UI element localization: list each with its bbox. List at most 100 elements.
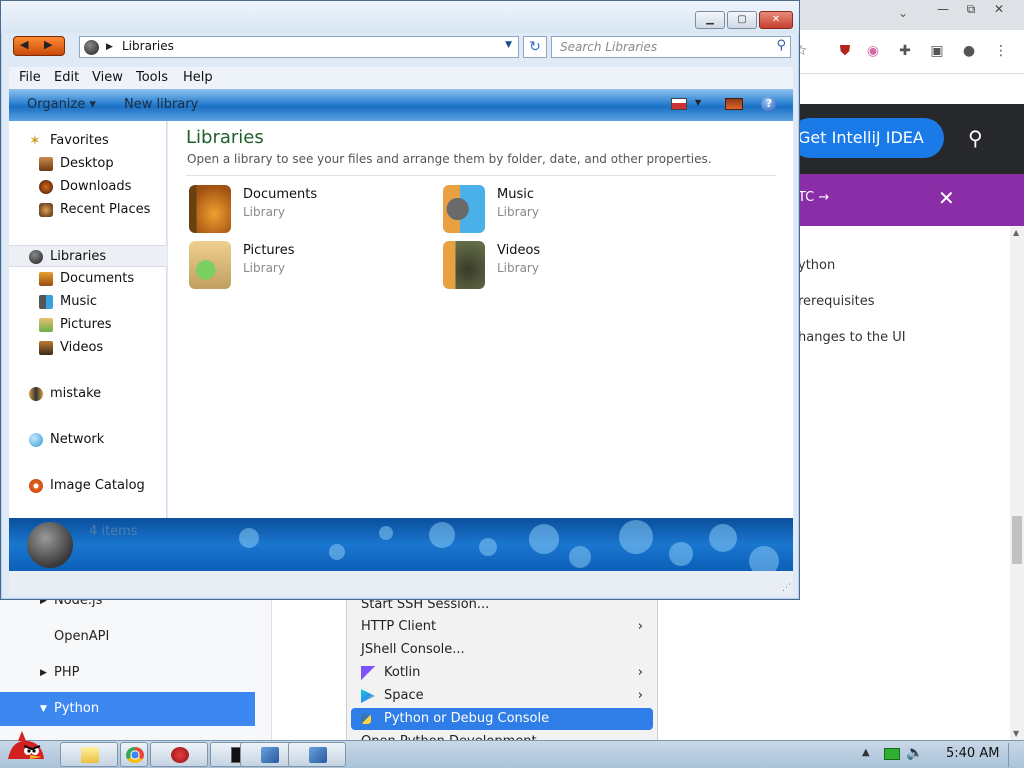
minimize-button[interactable]: ▁: [695, 11, 725, 29]
search-input[interactable]: Search Libraries ⚲: [551, 36, 791, 58]
toc-link[interactable]: ython: [798, 258, 835, 273]
extension-color-icon[interactable]: ◉: [864, 42, 882, 60]
scroll-up-icon[interactable]: ▲: [1013, 228, 1019, 237]
address-dropdown-icon[interactable]: ▼: [505, 40, 512, 50]
tab-search-icon[interactable]: ⌄: [898, 6, 908, 20]
browser-restore-button[interactable]: ⧉: [956, 0, 986, 18]
library-documents[interactable]: Documents Library: [189, 185, 429, 235]
menu-help[interactable]: Help: [183, 70, 213, 85]
maximize-button[interactable]: ▢: [727, 11, 757, 29]
start-button[interactable]: [2, 729, 52, 768]
nav-desktop[interactable]: Desktop: [9, 153, 167, 175]
tree-item-python[interactable]: ▼ Python: [0, 692, 255, 726]
taskbar-chrome-button[interactable]: [120, 742, 148, 767]
library-pictures[interactable]: Pictures Library: [189, 241, 429, 291]
change-view-icon[interactable]: [671, 98, 687, 110]
help-icon[interactable]: ?: [761, 96, 777, 112]
chrome-icon: [126, 747, 144, 763]
nav-libraries[interactable]: Libraries: [9, 245, 167, 267]
preview-pane-icon[interactable]: [725, 98, 743, 110]
menu-edit[interactable]: Edit: [54, 70, 79, 85]
browser-minimize-button[interactable]: —: [928, 0, 958, 18]
menu-item-python-console[interactable]: Python or Debug Console: [351, 708, 653, 730]
browser-close-button[interactable]: ✕: [984, 0, 1014, 18]
show-desktop-button[interactable]: [1008, 743, 1022, 767]
videos-folder-icon: [443, 241, 485, 289]
nav-lib-music[interactable]: Music: [9, 291, 167, 313]
menu-item-label: Python or Debug Console: [384, 711, 550, 726]
nav-lib-documents[interactable]: Documents: [9, 268, 167, 290]
explorer-titlebar[interactable]: ▁ ▢ ✕: [1, 1, 799, 33]
search-icon[interactable]: ⚲: [776, 38, 786, 53]
new-library-button[interactable]: New library: [124, 97, 198, 112]
toc-link[interactable]: rerequisites: [798, 294, 874, 309]
side-panel-icon[interactable]: ▣: [928, 42, 946, 60]
documents-folder-icon: [189, 185, 231, 233]
volume-icon[interactable]: 🔈: [906, 745, 923, 761]
address-text[interactable]: Libraries: [122, 39, 174, 53]
clock[interactable]: 5:40 AM: [946, 746, 999, 761]
menu-item-jshell[interactable]: JShell Console...: [351, 639, 653, 661]
nav-image-catalog[interactable]: Image Catalog: [9, 475, 167, 497]
nav-label: Network: [50, 432, 105, 447]
scroll-down-icon[interactable]: ▼: [1013, 729, 1019, 738]
refresh-icon: ↻: [529, 39, 541, 55]
taskbar-devcpp-button[interactable]: [150, 742, 208, 767]
tree-item-php[interactable]: ▶ PHP: [0, 658, 255, 688]
expand-arrow-icon[interactable]: ▶: [40, 658, 47, 688]
toc-link[interactable]: hanges to the UI: [798, 330, 906, 345]
browser-menu-icon[interactable]: ⋮: [992, 42, 1010, 60]
menu-file[interactable]: File: [19, 70, 41, 85]
nav-lib-pictures[interactable]: Pictures: [9, 314, 167, 336]
nav-lib-videos[interactable]: Videos: [9, 337, 167, 359]
menu-item-http-client[interactable]: HTTP Client ›: [351, 616, 653, 638]
libraries-icon: [29, 250, 43, 264]
extensions-puzzle-icon[interactable]: ✚: [896, 42, 914, 60]
nav-recent-places[interactable]: Recent Places: [9, 199, 167, 221]
banner-close-icon[interactable]: ✕: [938, 186, 955, 210]
space-icon: [361, 689, 375, 703]
nav-mistake[interactable]: mistake: [9, 383, 167, 405]
refresh-button[interactable]: ↻: [523, 36, 547, 58]
nav-downloads[interactable]: Downloads: [9, 176, 167, 198]
menu-tools[interactable]: Tools: [136, 70, 168, 85]
library-videos[interactable]: Videos Library: [443, 241, 683, 291]
menu-item-label: Kotlin: [384, 665, 421, 680]
forward-button[interactable]: ▶: [44, 38, 52, 51]
show-hidden-icons[interactable]: ▲: [862, 747, 870, 758]
extension-ublock-icon[interactable]: ⛊: [836, 42, 854, 60]
view-dropdown-icon[interactable]: ▼: [695, 98, 701, 107]
submenu-arrow-icon: ›: [637, 619, 643, 634]
battery-icon[interactable]: [884, 748, 900, 760]
site-search-icon[interactable]: ⚲: [968, 126, 983, 150]
page-subtitle: Open a library to see your files and arr…: [187, 152, 712, 166]
libraries-explorer-window: ▁ ▢ ✕ ◀ ▶ ▶ Libraries ▼ ↻ Search Librari…: [0, 0, 800, 600]
navigation-row: ◀ ▶ ▶ Libraries ▼ ↻ Search Libraries ⚲: [9, 33, 793, 61]
resize-grip-icon[interactable]: ⋰: [782, 583, 791, 593]
tree-item-openapi[interactable]: OpenAPI: [0, 622, 255, 652]
search-placeholder: Search Libraries: [560, 40, 658, 54]
breadcrumb-arrow-icon[interactable]: ▶: [106, 39, 113, 55]
close-button[interactable]: ✕: [759, 11, 793, 29]
scrollbar-thumb[interactable]: [1012, 516, 1022, 564]
menu-view[interactable]: View: [92, 70, 123, 85]
address-bar[interactable]: ▶ Libraries ▼: [79, 36, 519, 58]
menu-item-kotlin[interactable]: Kotlin ›: [351, 662, 653, 684]
taskbar-explorer-button[interactable]: [60, 742, 118, 767]
nav-label: mistake: [50, 386, 102, 401]
page-scrollbar[interactable]: ▲ ▼: [1010, 226, 1024, 740]
library-name: Pictures: [243, 243, 295, 258]
menu-item-space[interactable]: Space ›: [351, 685, 653, 707]
expand-arrow-icon[interactable]: ▼: [40, 692, 47, 726]
nav-network[interactable]: Network: [9, 429, 167, 451]
library-type: Library: [497, 261, 539, 275]
organize-button[interactable]: Organize ▾: [27, 97, 96, 112]
nav-favorites[interactable]: ✶ Favorites: [9, 130, 167, 152]
profile-avatar-icon[interactable]: ●: [960, 42, 978, 60]
library-music[interactable]: Music Library: [443, 185, 683, 235]
libraries-content: Libraries Open a library to see your fil…: [168, 121, 793, 518]
back-button[interactable]: ◀: [20, 38, 28, 51]
banner-link[interactable]: TC →: [798, 190, 829, 205]
taskbar-installer-button-2[interactable]: [288, 742, 346, 767]
get-intellij-button[interactable]: Get IntelliJ IDEA: [790, 118, 944, 158]
